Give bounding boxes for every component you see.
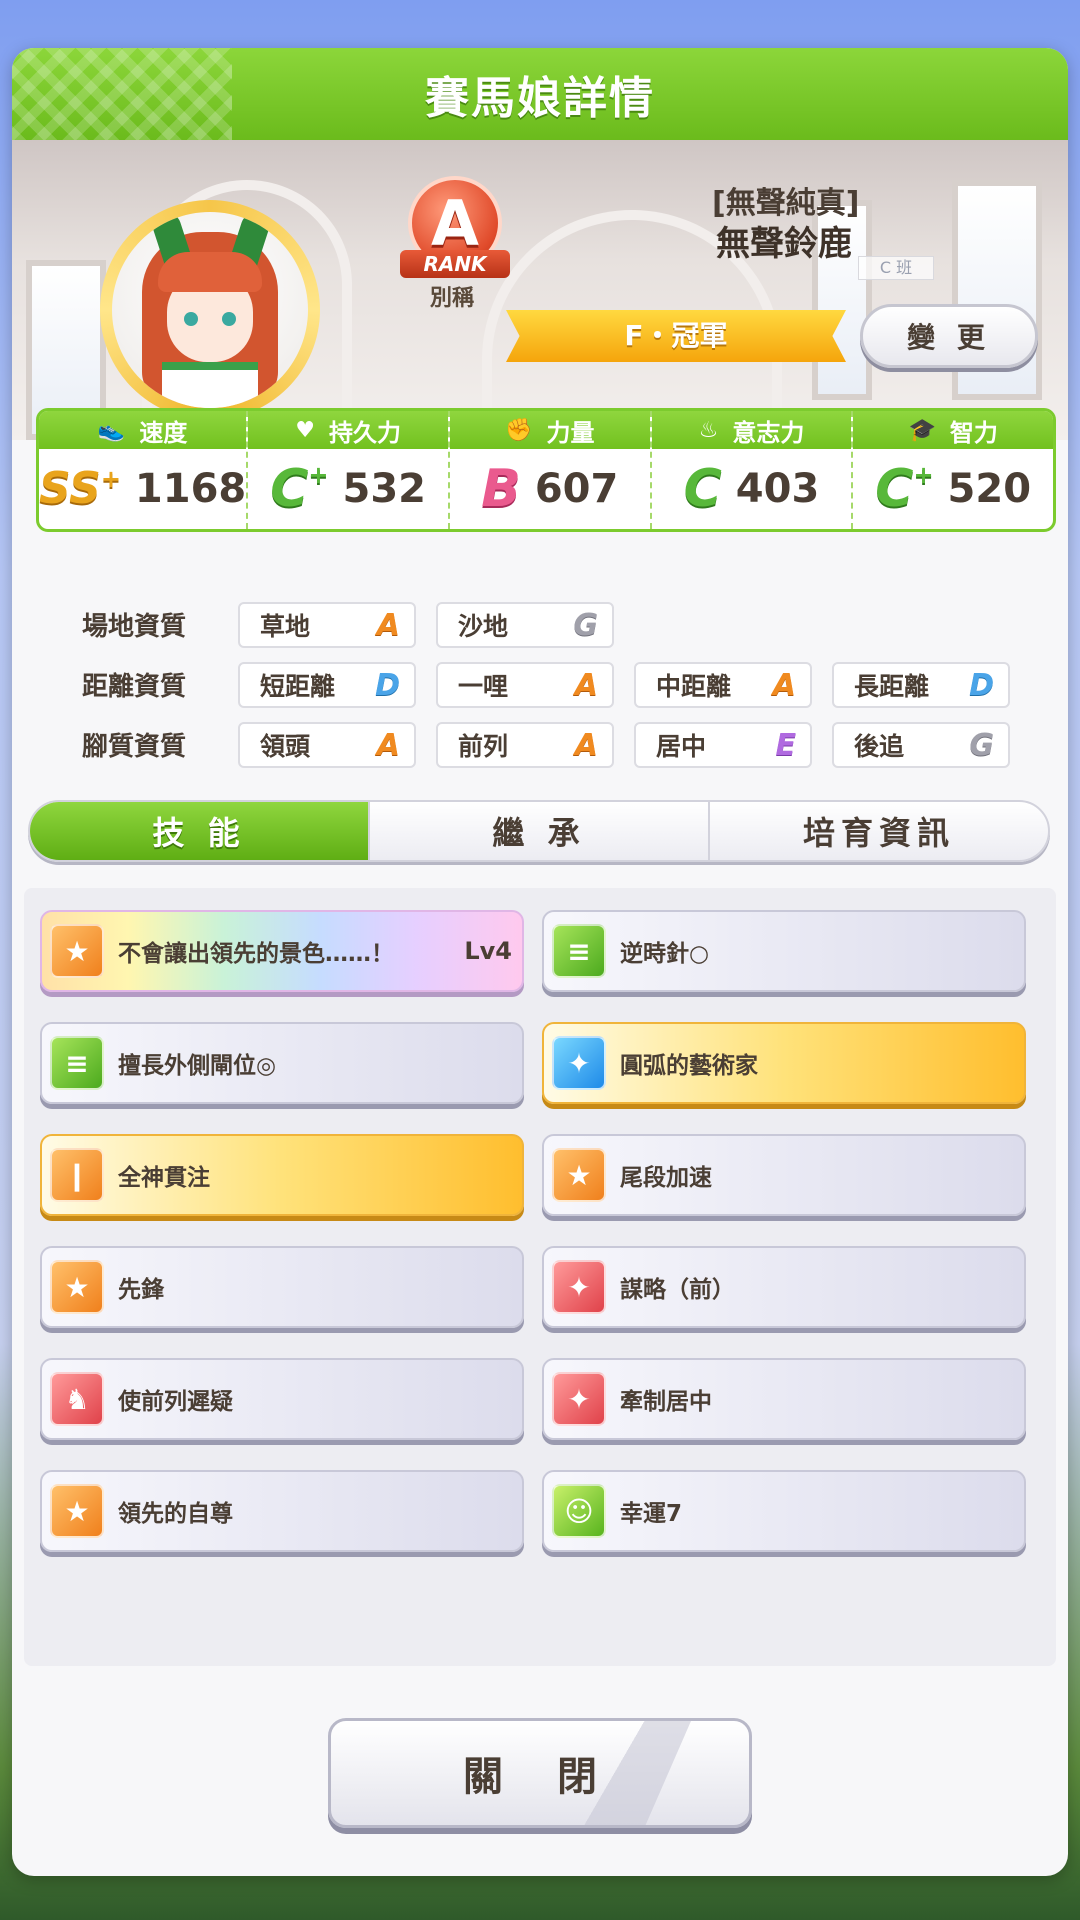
stat-value: 403 (735, 466, 820, 512)
stat-value: 607 (534, 466, 619, 512)
cheer-icon: ☺ (552, 1484, 606, 1538)
skill-item[interactable]: ★ 尾段加速 (542, 1134, 1026, 1216)
stat-label: 持久力 (328, 418, 401, 447)
aptitude-cell-medium: 中距離 A (634, 662, 812, 708)
sparkle-icon: ✦ (552, 1260, 606, 1314)
aptitude-cell-end: 後追 G (832, 722, 1010, 768)
muscle-icon: ✊ (505, 417, 533, 443)
skill-item[interactable]: ✦ 謀略（前） (542, 1246, 1026, 1328)
skill-item[interactable]: ★ 不會讓出領先的景色……！ Lv4 (40, 910, 524, 992)
profile-banner: A RANK 別稱 [無聲純真] 無聲鈴鹿 C 班 F・冠軍 變 更 (12, 140, 1068, 440)
running-icon: ★ (50, 1260, 104, 1314)
stat-grade: C+ (875, 459, 934, 519)
tab-inheritance[interactable]: 繼 承 (368, 802, 708, 860)
umamusume-detail-dialog: 賽馬娘詳情 A RANK 別稱 [無聲純真] 無聲鈴鹿 C 班 F・冠軍 變 更… (12, 48, 1068, 1876)
stats-panel: 👟 速度 SS+ 1168 ♥ 持久力 C+ 532 ✊ 力量 B 607 ♨ 意志力 … (36, 408, 1056, 532)
skill-item[interactable]: ★ 領先的自尊 (40, 1470, 524, 1552)
stat-label: 意志力 (732, 418, 805, 447)
skill-item[interactable]: ★ 先鋒 (40, 1246, 524, 1328)
stat-value: 1168 (134, 466, 247, 512)
tab-training-info[interactable]: 培育資訊 (708, 802, 1048, 860)
dialog-title: 賽馬娘詳情 (425, 73, 655, 124)
character-name: 無聲鈴鹿 (716, 224, 852, 264)
stat-value: 532 (342, 466, 426, 512)
close-button[interactable]: 關 閉 (328, 1718, 752, 1828)
close-button-label: 關 閉 (463, 1754, 617, 1800)
flame-icon: ♨ (698, 417, 719, 443)
skill-item[interactable]: ♞ 使前列遲疑 (40, 1358, 524, 1440)
running-icon: ★ (50, 1484, 104, 1538)
skill-item[interactable]: ❙ 全神貫注 (40, 1134, 524, 1216)
aptitude-cell-front: 領頭 A (238, 722, 416, 768)
running-icon: ★ (50, 924, 104, 978)
skills-panel: ★ 不會讓出領先的景色……！ Lv4 ≡ 逆時針○ ≡ 擅長外側閘位◎ ✦ 圓弧的… (24, 888, 1056, 1666)
skill-item[interactable]: ✦ 圓弧的藝術家 (542, 1022, 1026, 1104)
dialog-header: 賽馬娘詳情 (12, 48, 1068, 140)
stat-guts: ♨ 意志力 C 403 (649, 411, 852, 529)
aptitude-label: 腳質資質 (82, 731, 187, 762)
stat-speed: 👟 速度 SS+ 1168 (39, 411, 247, 529)
skill-item[interactable]: ≡ 擅長外側閘位◎ (40, 1022, 524, 1104)
aptitude-cell-long: 長距離 D (832, 662, 1010, 708)
stat-grade: SS+ (39, 463, 121, 514)
skill-item[interactable]: ☺ 幸運7 (542, 1470, 1026, 1552)
aptitude-cell-late: 居中 E (634, 722, 812, 768)
document-icon: ≡ (50, 1036, 104, 1090)
stat-stamina: ♥ 持久力 C+ 532 (246, 411, 448, 529)
heart-icon: ♥ (295, 417, 315, 443)
aptitude-cell-sprint: 短距離 D (238, 662, 416, 708)
skill-item[interactable]: ≡ 逆時針○ (542, 910, 1026, 992)
aptitude-cell-turf: 草地 A (238, 602, 416, 648)
running-icon: ★ (552, 1148, 606, 1202)
aptitude-label: 場地資質 (82, 611, 187, 642)
aptitude-cell-mile: 一哩 A (436, 662, 614, 708)
horse-silhouette-icon: ♞ (50, 1372, 104, 1426)
skill-item[interactable]: ✦ 牽制居中 (542, 1358, 1026, 1440)
stat-grade: C+ (270, 459, 329, 519)
rank-badge: A RANK (400, 176, 510, 286)
character-portrait (100, 200, 320, 420)
sparkle-icon: ✦ (552, 1036, 606, 1090)
stat-wisdom: 🎓 智力 C+ 520 (851, 411, 1053, 529)
shoe-icon: 👟 (97, 417, 126, 443)
style-aptitude-row: 腳質資質 (82, 720, 242, 768)
grad-cap-icon: 🎓 (908, 417, 936, 443)
stat-label: 力量 (546, 418, 595, 447)
track-aptitude-row: 場地資質 (82, 600, 242, 648)
stat-label: 智力 (949, 418, 998, 447)
focus-icon: ❙ (50, 1148, 104, 1202)
stat-grade: C (683, 459, 722, 519)
document-icon: ≡ (552, 924, 606, 978)
nickname-label: 別稱 (430, 286, 475, 311)
class-tag: C 班 (858, 256, 934, 280)
distance-aptitude-row: 距離資質 (82, 660, 242, 708)
sparkle-icon: ✦ (552, 1372, 606, 1426)
title-ribbon: F・冠軍 (506, 310, 846, 362)
aptitude-label: 距離資質 (82, 671, 187, 702)
detail-tabs: 技 能 繼 承 培育資訊 (28, 800, 1050, 862)
aptitude-cell-pace: 前列 A (436, 722, 614, 768)
stat-grade: B (481, 459, 521, 519)
change-button[interactable]: 變 更 (860, 304, 1038, 368)
tab-skills[interactable]: 技 能 (30, 802, 368, 860)
stat-power: ✊ 力量 B 607 (447, 411, 650, 529)
stat-value: 520 (947, 466, 1032, 512)
stat-label: 速度 (139, 418, 188, 447)
aptitude-cell-dirt: 沙地 G (436, 602, 614, 648)
rank-ribbon: RANK (400, 250, 510, 278)
